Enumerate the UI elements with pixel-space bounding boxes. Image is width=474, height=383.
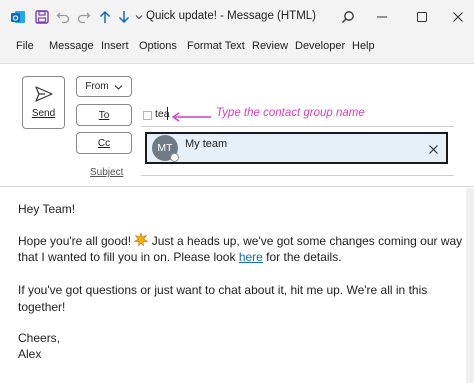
chevron-down-icon[interactable] <box>134 9 144 25</box>
cc-button[interactable]: Cc <box>76 132 132 154</box>
remove-suggestion-icon[interactable] <box>428 142 440 154</box>
menu-options[interactable]: Options <box>139 40 177 52</box>
menu-insert[interactable]: Insert <box>101 40 129 52</box>
send-button[interactable]: Send <box>22 76 65 129</box>
body-text-segment: Just a heads up, we've got some changes … <box>148 234 463 248</box>
body-paragraph-2-line-2: together! <box>18 300 66 314</box>
cc-label: Cc <box>97 137 111 149</box>
body-divider <box>0 186 474 187</box>
body-text-segment: that I wanted to fill you in on. Please … <box>18 250 239 264</box>
body-paragraph-1-line-1: Hope you're all good! Just a heads up, w… <box>18 232 463 248</box>
to-button[interactable]: To <box>76 104 132 126</box>
autocomplete-suggestion[interactable]: MT My team <box>145 132 448 164</box>
menu-developer[interactable]: Developer <box>295 40 345 52</box>
menu-message[interactable]: Message <box>49 40 94 52</box>
menu-help[interactable]: Help <box>352 40 375 52</box>
callout-arrow <box>171 109 211 122</box>
arrow-up-icon[interactable] <box>97 9 113 25</box>
undo-icon[interactable] <box>55 9 71 25</box>
arrow-down-icon[interactable] <box>116 9 132 25</box>
menu-review[interactable]: Review <box>252 40 288 52</box>
redo-icon[interactable] <box>76 9 92 25</box>
from-label: From <box>85 81 109 92</box>
send-label: Send <box>31 108 56 119</box>
suggestion-name: My team <box>185 138 228 150</box>
text-cursor <box>167 107 168 120</box>
body-text-segment: for the details. <box>262 250 342 264</box>
to-label: To <box>98 109 110 121</box>
vertical-scrollbar[interactable] <box>466 188 474 383</box>
close-icon[interactable] <box>450 9 466 25</box>
menu-file[interactable]: File <box>16 40 34 52</box>
send-icon <box>34 86 53 102</box>
to-field-underline <box>141 126 454 127</box>
body-closing: Cheers, <box>18 331 61 345</box>
from-button[interactable]: From <box>76 76 132 97</box>
minimize-icon[interactable] <box>374 9 390 25</box>
body-text-segment: Hope you're all good! <box>18 234 135 248</box>
subject-field-underline <box>141 175 454 176</box>
search-icon[interactable] <box>340 9 356 25</box>
save-icon[interactable] <box>34 9 50 25</box>
checkbox-icon <box>143 111 152 120</box>
body-signature: Alex <box>18 347 42 361</box>
body-paragraph-1-line-2: that I wanted to fill you in on. Please … <box>18 250 342 264</box>
here-link[interactable]: here <box>239 250 263 264</box>
body-paragraph-2-line-1: If you've got questions or just want to … <box>18 283 428 297</box>
outlook-app-icon: O <box>10 9 26 25</box>
subject-label: Subject <box>90 167 124 178</box>
window-title: Quick update! - Message (HTML) <box>146 10 317 22</box>
menu-format-text[interactable]: Format Text <box>187 40 245 52</box>
collision-emoji-icon <box>133 232 149 248</box>
svg-text:O: O <box>13 14 19 23</box>
body-greeting: Hey Team! <box>18 202 76 216</box>
callout-text: Type the contact group name <box>216 107 365 119</box>
chevron-down-icon <box>114 84 123 90</box>
maximize-icon[interactable] <box>414 9 430 25</box>
avatar-initials: MT <box>157 142 173 154</box>
presence-icon <box>170 153 179 162</box>
